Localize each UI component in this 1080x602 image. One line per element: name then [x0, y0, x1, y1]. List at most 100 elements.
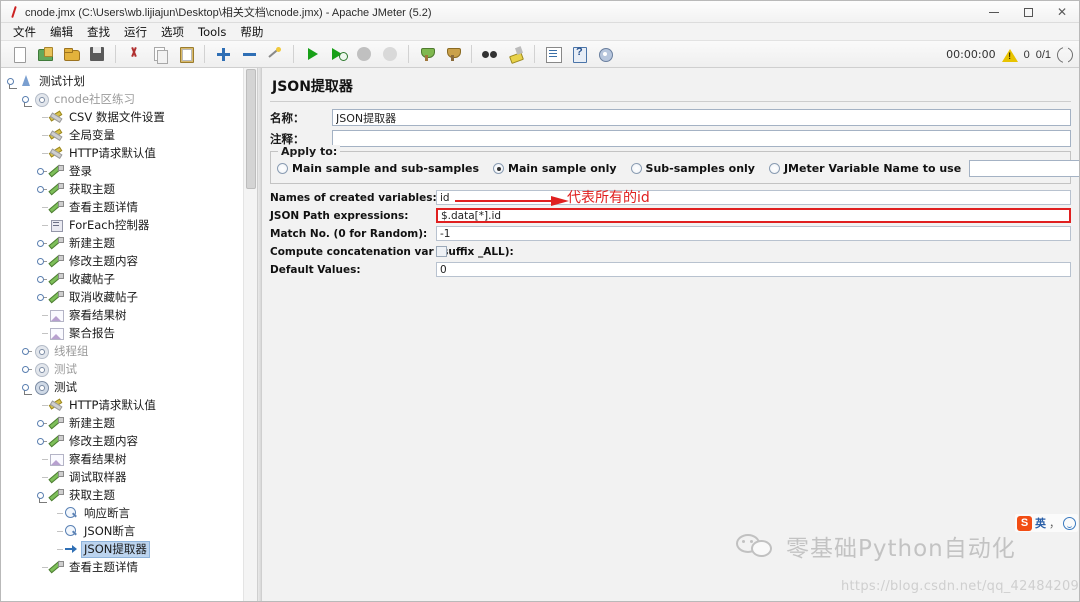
tree-node[interactable]: 聚合报告	[1, 324, 257, 342]
warning-icon[interactable]	[1001, 48, 1018, 62]
tree-node-toggle-icon[interactable]	[7, 76, 18, 89]
tree-node-toggle-icon[interactable]	[37, 274, 48, 285]
start-button[interactable]	[300, 43, 324, 65]
test-plan-tree[interactable]: 测试计划 cnode社区练习 CSV 数据文件设置 全局变量 HTTP请求默认值 登录 获取…	[1, 68, 257, 576]
start-no-pauses-button[interactable]	[326, 43, 350, 65]
menu-item-edit[interactable]: 编辑	[43, 23, 80, 41]
tree-node-toggle-icon[interactable]	[22, 382, 33, 395]
tree-node[interactable]: 响应断言	[1, 504, 257, 522]
tree-node[interactable]: 查看主题详情	[1, 558, 257, 576]
function-helper-button[interactable]	[541, 43, 565, 65]
search-button[interactable]	[478, 43, 502, 65]
collapse-all-button[interactable]	[237, 43, 261, 65]
tree-node[interactable]: 测试	[1, 378, 257, 396]
templates-button[interactable]	[33, 43, 57, 65]
tree-node[interactable]: 调试取样器	[1, 468, 257, 486]
toolbar: 00:00:00 0 0/1	[1, 41, 1079, 68]
radio-main-sample-and-sub-samples[interactable]: Main sample and sub-samples	[277, 162, 479, 175]
ime-punctuation-toggle[interactable]: ，	[1049, 515, 1060, 531]
tree-node[interactable]: 察看结果树	[1, 306, 257, 324]
save-button[interactable]	[85, 43, 109, 65]
tree-node[interactable]: 收藏帖子	[1, 270, 257, 288]
jmeter-variable-name-input[interactable]	[969, 160, 1079, 177]
clear-all-button[interactable]	[441, 43, 465, 65]
tree-node-toggle-icon[interactable]	[37, 166, 48, 177]
field-input[interactable]	[436, 262, 1071, 277]
menu-item-run[interactable]: 运行	[117, 23, 154, 41]
shutdown-button[interactable]	[378, 43, 402, 65]
name-input[interactable]	[332, 109, 1071, 126]
tree-node-toggle-icon[interactable]	[22, 364, 33, 375]
tree-scrollbar-thumb[interactable]	[246, 69, 256, 189]
assertion-icon	[64, 506, 78, 520]
expand-all-button[interactable]	[211, 43, 235, 65]
clear-button[interactable]	[415, 43, 439, 65]
tree-node[interactable]: 查看主题详情	[1, 198, 257, 216]
tree-node[interactable]: 修改主题内容	[1, 252, 257, 270]
shutdown-icon	[381, 45, 399, 63]
menu-item-file[interactable]: 文件	[6, 23, 43, 41]
tree-node-toggle-icon[interactable]	[22, 346, 33, 357]
radio-button-icon	[768, 163, 780, 174]
ime-mode-label[interactable]: 英	[1035, 515, 1046, 531]
tree-node[interactable]: 获取主题	[1, 486, 257, 504]
tree-node-toggle-icon[interactable]	[37, 436, 48, 447]
tree-node[interactable]: 新建主题	[1, 414, 257, 432]
copy-button[interactable]	[148, 43, 172, 65]
options-button[interactable]	[593, 43, 617, 65]
cut-button[interactable]	[122, 43, 146, 65]
emoji-icon[interactable]	[1063, 516, 1076, 530]
tree-node[interactable]: JSON断言	[1, 522, 257, 540]
radio-jmeter-variable-name[interactable]: JMeter Variable Name to use	[768, 162, 961, 175]
tree-node-toggle-icon[interactable]	[37, 256, 48, 267]
radio-main-sample-only[interactable]: Main sample only	[493, 162, 617, 175]
tree-node-toggle-icon[interactable]	[37, 238, 48, 249]
toggle-button[interactable]	[263, 43, 287, 65]
menu-item-tools[interactable]: Tools	[191, 24, 233, 40]
compute-concatenation-checkbox[interactable]	[436, 246, 447, 257]
tree-node[interactable]: 线程组	[1, 342, 257, 360]
extractor-icon	[64, 542, 78, 556]
tree-node[interactable]: HTTP请求默认值	[1, 396, 257, 414]
tree-node[interactable]: 新建主题	[1, 234, 257, 252]
tree-node[interactable]: 登录	[1, 162, 257, 180]
maximize-button[interactable]	[1011, 1, 1045, 23]
tree-vertical-scrollbar[interactable]	[243, 68, 257, 601]
radio-sub-samples-only[interactable]: Sub-samples only	[630, 162, 755, 175]
tree-node-toggle-icon[interactable]	[37, 418, 48, 429]
open-button[interactable]	[59, 43, 83, 65]
gear-icon	[34, 380, 49, 395]
comment-input[interactable]	[332, 130, 1071, 147]
tree-node[interactable]: 获取主题	[1, 180, 257, 198]
tree-node-toggle-icon[interactable]	[37, 490, 48, 503]
tree-node-toggle-icon[interactable]	[22, 94, 33, 107]
tree-node[interactable]: 察看结果树	[1, 450, 257, 468]
tree-node[interactable]: cnode社区练习	[1, 90, 257, 108]
sogou-ime-bar[interactable]: S 英 ，	[1015, 514, 1078, 532]
new-button[interactable]	[7, 43, 31, 65]
tree-node[interactable]: CSV 数据文件设置	[1, 108, 257, 126]
reset-icon[interactable]	[1057, 45, 1073, 63]
tree-node[interactable]: 取消收藏帖子	[1, 288, 257, 306]
tree-node[interactable]: 全局变量	[1, 126, 257, 144]
field-input[interactable]	[436, 208, 1071, 223]
help-button[interactable]	[567, 43, 591, 65]
minimize-button[interactable]	[977, 1, 1011, 23]
toolbar-group-tree	[210, 43, 288, 65]
tree-node-toggle-icon[interactable]	[37, 292, 48, 303]
menu-item-options[interactable]: 选项	[154, 23, 191, 41]
tree-node[interactable]: HTTP请求默认值	[1, 144, 257, 162]
paste-button[interactable]	[174, 43, 198, 65]
stop-button[interactable]	[352, 43, 376, 65]
tree-node[interactable]: 测试	[1, 360, 257, 378]
tree-node[interactable]: JSON提取器	[1, 540, 257, 558]
menu-item-search[interactable]: 查找	[80, 23, 117, 41]
field-input[interactable]	[436, 226, 1071, 241]
reset-search-button[interactable]	[504, 43, 528, 65]
tree-node[interactable]: 修改主题内容	[1, 432, 257, 450]
tree-node-toggle-icon[interactable]	[37, 184, 48, 195]
tree-node[interactable]: ForEach控制器	[1, 216, 257, 234]
close-button[interactable]: ✕	[1045, 1, 1079, 23]
menu-item-help[interactable]: 帮助	[233, 23, 270, 41]
tree-node[interactable]: 测试计划	[1, 72, 257, 90]
